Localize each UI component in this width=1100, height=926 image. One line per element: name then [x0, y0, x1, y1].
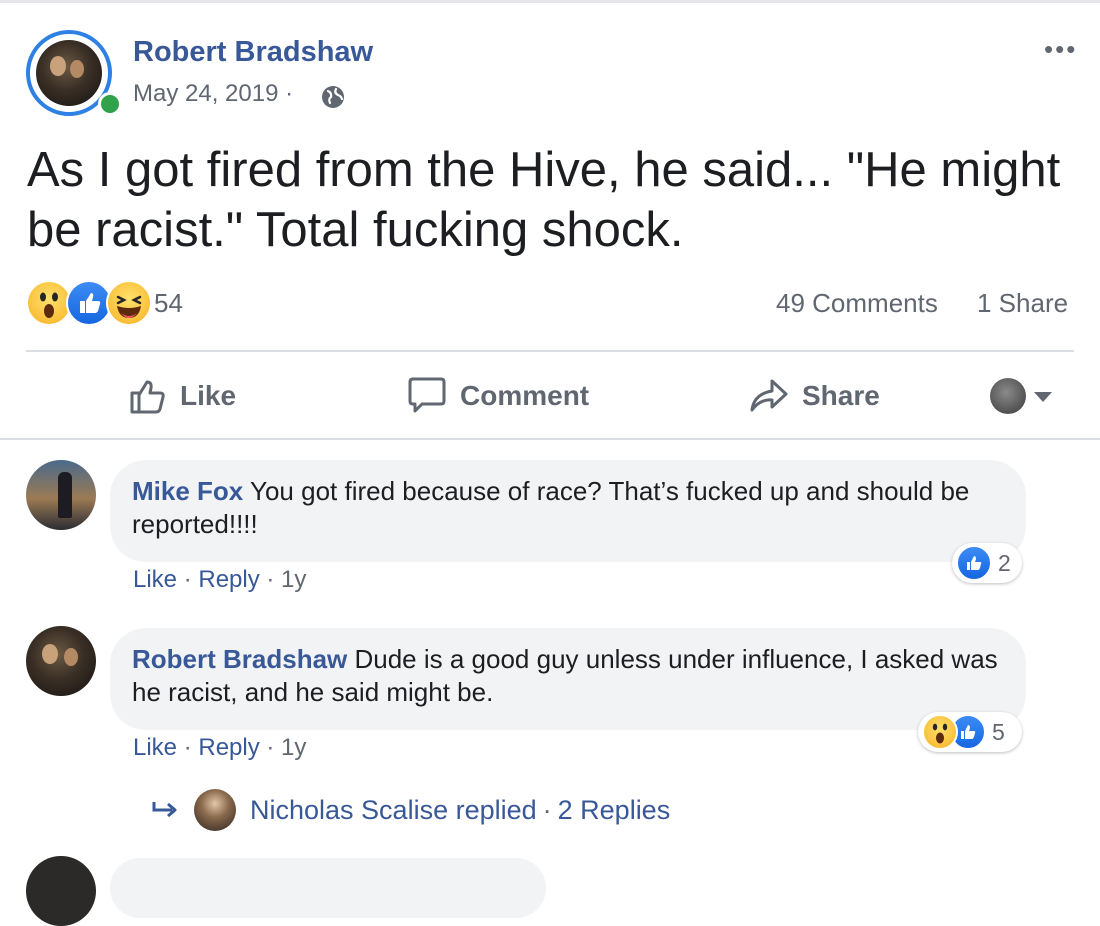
author-avatar[interactable] — [36, 40, 102, 106]
comment-reply-link[interactable]: Reply — [198, 734, 259, 761]
comment-text: You got fired because of race? That’s fu… — [132, 476, 970, 539]
commenter-avatar[interactable] — [26, 460, 96, 530]
globe-icon[interactable] — [320, 84, 346, 110]
share-count-link[interactable]: 1 Share — [977, 288, 1068, 319]
comment-bubble: Robert Bradshaw Dude is a good guy unles… — [110, 628, 1026, 730]
reply-arrow-icon — [152, 802, 177, 818]
replies-count: 2 Replies — [557, 794, 671, 825]
more-options-icon[interactable]: ••• — [1044, 36, 1077, 62]
comment-time[interactable]: 1y — [281, 566, 306, 593]
thumbs-up-icon — [130, 380, 165, 414]
share-arrow-icon — [750, 379, 788, 412]
comment-as-selector[interactable] — [990, 378, 1056, 414]
replier-avatar — [194, 789, 236, 831]
divider — [26, 350, 1074, 352]
post-date-text[interactable]: May 24, 2019 — [133, 80, 278, 107]
comment-time[interactable]: 1y — [281, 734, 306, 761]
post-timestamp[interactable]: May 24, 2019 · — [133, 80, 293, 108]
view-replies-link[interactable]: Nicholas Scalise replied · 2 Replies — [150, 788, 670, 832]
post-card: Robert Bradshaw May 24, 2019 · ••• As I … — [0, 0, 1100, 926]
wow-reaction-icon — [922, 714, 958, 750]
comment-reactions[interactable]: 5 — [918, 712, 1022, 752]
comment-bubble — [110, 858, 546, 918]
like-reaction-icon — [956, 545, 992, 581]
replier-summary: Nicholas Scalise replied — [250, 794, 537, 825]
post-text: As I got fired from the Hive, he said...… — [27, 143, 1061, 257]
commenter-name[interactable]: Mike Fox — [132, 476, 243, 506]
comments-count-link[interactable]: 49 Comments — [776, 288, 938, 319]
comment-reaction-count: 2 — [998, 549, 1011, 576]
divider — [0, 438, 1100, 440]
comment-bubble: Mike Fox You got fired because of race? … — [110, 460, 1026, 562]
caret-down-icon — [1034, 392, 1052, 402]
comment-as-avatar — [990, 378, 1026, 414]
share-button-label: Share — [802, 380, 880, 411]
like-button-label: Like — [180, 380, 237, 411]
comment-like-link[interactable]: Like — [133, 734, 177, 761]
online-status-dot — [98, 92, 122, 116]
comment-meta: Like · Reply · 1y — [133, 734, 307, 761]
post-author-name[interactable]: Robert Bradshaw — [133, 36, 373, 69]
commenter-avatar[interactable] — [26, 626, 96, 696]
date-separator: · — [285, 80, 294, 107]
comment-meta: Like · Reply · 1y — [133, 566, 307, 593]
commenter-name[interactable]: Robert Bradshaw — [132, 644, 347, 674]
top-border — [0, 0, 1100, 3]
reaction-count[interactable]: 54 — [154, 288, 183, 319]
comment-like-link[interactable]: Like — [133, 566, 177, 593]
share-button[interactable]: Share — [748, 372, 880, 420]
comment-reactions[interactable]: 2 — [952, 543, 1022, 583]
comment-button-label: Comment — [460, 380, 590, 411]
comment-reaction-count: 5 — [992, 718, 1005, 745]
comment-reply-link[interactable]: Reply — [198, 566, 259, 593]
like-button[interactable]: Like — [128, 372, 236, 420]
haha-reaction-icon — [106, 280, 152, 326]
comment-button[interactable]: Comment — [406, 372, 589, 420]
commenter-avatar[interactable] — [26, 856, 96, 926]
comment-bubble-icon — [408, 377, 446, 413]
